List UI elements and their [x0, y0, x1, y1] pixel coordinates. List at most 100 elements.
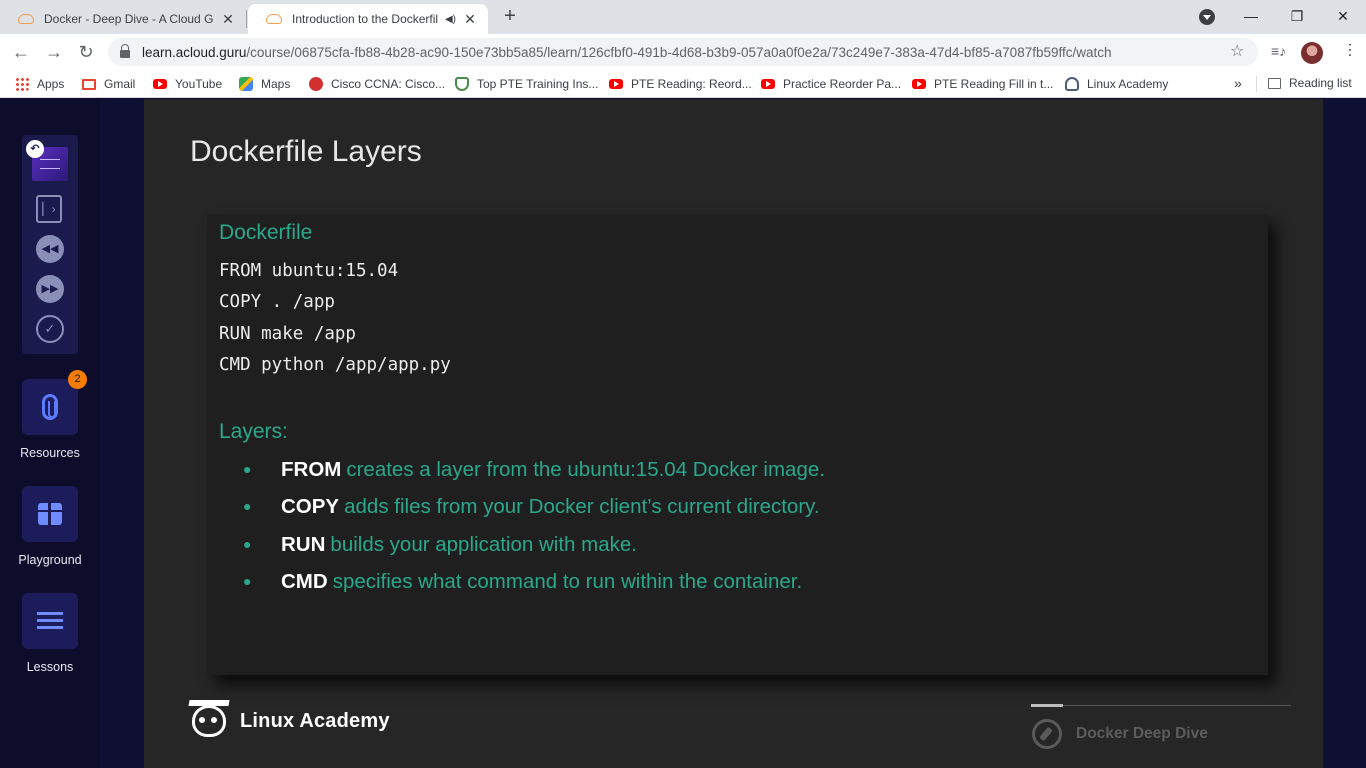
close-tab-icon[interactable]: ✕	[462, 11, 478, 28]
bullet-icon: ●	[243, 572, 252, 589]
tab-title: Introduction to the Dockerfil	[292, 12, 439, 26]
owl-logo-icon	[192, 705, 226, 737]
browser-tab-bar: Docker - Deep Dive - A Cloud Gu ✕ Introd…	[0, 0, 1366, 34]
footer-brand: Linux Academy	[240, 709, 390, 732]
bookmark-linux-academy[interactable]: Linux Academy	[1065, 76, 1168, 92]
youtube-icon	[761, 79, 775, 89]
tab-title: Docker - Deep Dive - A Cloud Gu	[44, 12, 214, 26]
bookmarks-divider	[1256, 76, 1257, 92]
course-sidebar: ↶ ▏› ◀◀ ▶▶ ✓ 2 Resources Playground Less…	[0, 99, 100, 768]
list-icon	[37, 612, 63, 630]
back-arrow-icon[interactable]: ←	[9, 40, 33, 64]
playground-button[interactable]	[22, 486, 78, 542]
bullet-keyword: RUN	[281, 532, 326, 556]
bullet-text: specifies what command to run within the…	[332, 569, 803, 593]
speaker-icon[interactable]: ◀)	[445, 14, 456, 25]
dockerfile-code: FROM ubuntu:15.04 COPY . /app RUN make /…	[219, 256, 451, 381]
code-line: FROM ubuntu:15.04	[219, 261, 399, 281]
player-controls-panel: ↶ ▏› ◀◀ ▶▶ ✓	[22, 135, 78, 354]
resources-count-badge: 2	[68, 370, 87, 389]
bookmarks-bar: Apps Gmail YouTube Maps Cisco CCNA: Cisc…	[0, 70, 1366, 98]
bookmark-top-pte[interactable]: Top PTE Training Ins...	[455, 76, 598, 92]
forward-arrow-icon[interactable]: →	[42, 40, 66, 64]
browser-toolbar: ← → ↻ learn.acloud.guru/course/06875cfa-…	[0, 34, 1366, 70]
linux-academy-icon	[1065, 77, 1079, 91]
resources-button[interactable]	[22, 379, 78, 435]
browser-tab-docker-deep-dive[interactable]: Docker - Deep Dive - A Cloud Gu ✕	[0, 4, 246, 34]
footer-course-name: Docker Deep Dive	[1076, 725, 1208, 742]
back-arrow-icon[interactable]: ↶	[26, 140, 44, 158]
list-item: ● COPY adds files from your Docker client’…	[243, 488, 825, 525]
fast-forward-icon[interactable]: ▶▶	[36, 275, 64, 303]
bookmark-pte-reading-reorder[interactable]: PTE Reading: Reord...	[609, 76, 752, 92]
slide-title: Dockerfile Layers	[190, 135, 422, 168]
list-item: ● RUN builds your application with make.	[243, 526, 825, 563]
bookmark-pte-reading-fill[interactable]: PTE Reading Fill in t...	[912, 76, 1053, 92]
layers-heading: Layers:	[219, 420, 288, 443]
paperclip-icon	[42, 394, 58, 420]
bullet-keyword: COPY	[281, 495, 340, 519]
lessons-button[interactable]	[22, 593, 78, 649]
new-tab-button[interactable]: +	[498, 5, 522, 29]
dockerfile-panel: Dockerfile FROM ubuntu:15.04 COPY . /app…	[207, 214, 1268, 675]
youtube-icon	[912, 79, 926, 89]
bookmark-youtube[interactable]: YouTube	[153, 76, 222, 92]
youtube-icon	[609, 79, 623, 89]
gmail-icon	[82, 78, 96, 90]
bookmark-practice-reorder[interactable]: Practice Reorder Pa...	[761, 76, 901, 92]
dockerfile-heading: Dockerfile	[219, 221, 313, 244]
linux-academy-logo: Linux Academy	[192, 705, 390, 737]
cisco-icon	[309, 77, 323, 91]
cube-icon	[38, 503, 62, 525]
lessons-label[interactable]: Lessons	[0, 660, 100, 674]
maps-icon	[239, 77, 253, 91]
bookmark-apps[interactable]: Apps	[15, 76, 64, 92]
bookmark-maps[interactable]: Maps	[239, 76, 290, 92]
toggle-panel-icon[interactable]: ▏›	[36, 195, 62, 223]
reload-icon[interactable]: ↻	[74, 40, 98, 64]
bullet-keyword: FROM	[281, 458, 342, 481]
video-slide[interactable]: Dockerfile Layers Dockerfile FROM ubuntu…	[144, 99, 1323, 768]
code-line: CMD python /app/app.py	[219, 354, 451, 375]
bookmark-cisco-ccna[interactable]: Cisco CCNA: Cisco...	[309, 76, 445, 92]
reading-list-button[interactable]: Reading list	[1268, 76, 1352, 90]
bullet-icon: ●	[243, 535, 252, 552]
bookmark-gmail[interactable]: Gmail	[82, 76, 135, 92]
bullet-text: creates a layer from the ubuntu:15.04 Do…	[346, 458, 825, 481]
youtube-icon	[153, 79, 167, 89]
bullet-text: adds files from your Docker client’s cur…	[344, 495, 820, 519]
progress-indicator	[1031, 704, 1063, 707]
close-tab-icon[interactable]: ✕	[220, 11, 236, 28]
progress-track	[1031, 705, 1291, 706]
list-item: ● FROM creates a layer from the ubuntu:15.…	[243, 451, 825, 488]
bullet-keyword: CMD	[281, 569, 328, 593]
cloud-favicon-icon	[266, 14, 282, 24]
minimize-button[interactable]: —	[1228, 2, 1274, 30]
playground-label[interactable]: Playground	[0, 553, 100, 567]
close-window-button[interactable]: ✕	[1320, 2, 1366, 30]
check-complete-icon[interactable]: ✓	[36, 315, 64, 343]
restore-button[interactable]: ❐	[1274, 2, 1320, 30]
more-bookmarks-chevron-icon[interactable]: »	[1234, 75, 1242, 91]
rewind-icon[interactable]: ◀◀	[36, 235, 64, 263]
list-item: ● CMD specifies what command to run within…	[243, 563, 825, 600]
tab-search-icon[interactable]	[1199, 9, 1215, 25]
media-control-icon[interactable]: ≡♪	[1271, 43, 1286, 59]
reading-list-icon	[1268, 77, 1281, 89]
address-bar[interactable]: learn.acloud.guru/course/06875cfa-fb88-4…	[108, 38, 1258, 66]
compass-icon	[1032, 719, 1062, 749]
tab-divider	[246, 10, 247, 28]
bullet-icon: ●	[243, 498, 252, 515]
lock-icon[interactable]	[120, 44, 130, 58]
bullet-text: builds your application with make.	[330, 532, 637, 556]
url-text[interactable]: learn.acloud.guru/course/06875cfa-fb88-4…	[142, 45, 1112, 60]
course-player-page: ↶ ▏› ◀◀ ▶▶ ✓ 2 Resources Playground Less…	[0, 99, 1366, 768]
course-logo: Docker Deep Dive	[1032, 719, 1208, 749]
layers-list: ● FROM creates a layer from the ubuntu:15.…	[243, 451, 825, 600]
profile-avatar[interactable]	[1301, 42, 1323, 64]
resources-label[interactable]: Resources	[0, 446, 100, 460]
kebab-menu-icon[interactable]: ⋯	[1340, 42, 1359, 58]
code-line: COPY . /app	[219, 292, 335, 313]
bookmark-star-icon[interactable]: ☆	[1230, 41, 1244, 61]
browser-tab-dockerfile-intro[interactable]: Introduction to the Dockerfil ◀) ✕	[248, 4, 488, 34]
